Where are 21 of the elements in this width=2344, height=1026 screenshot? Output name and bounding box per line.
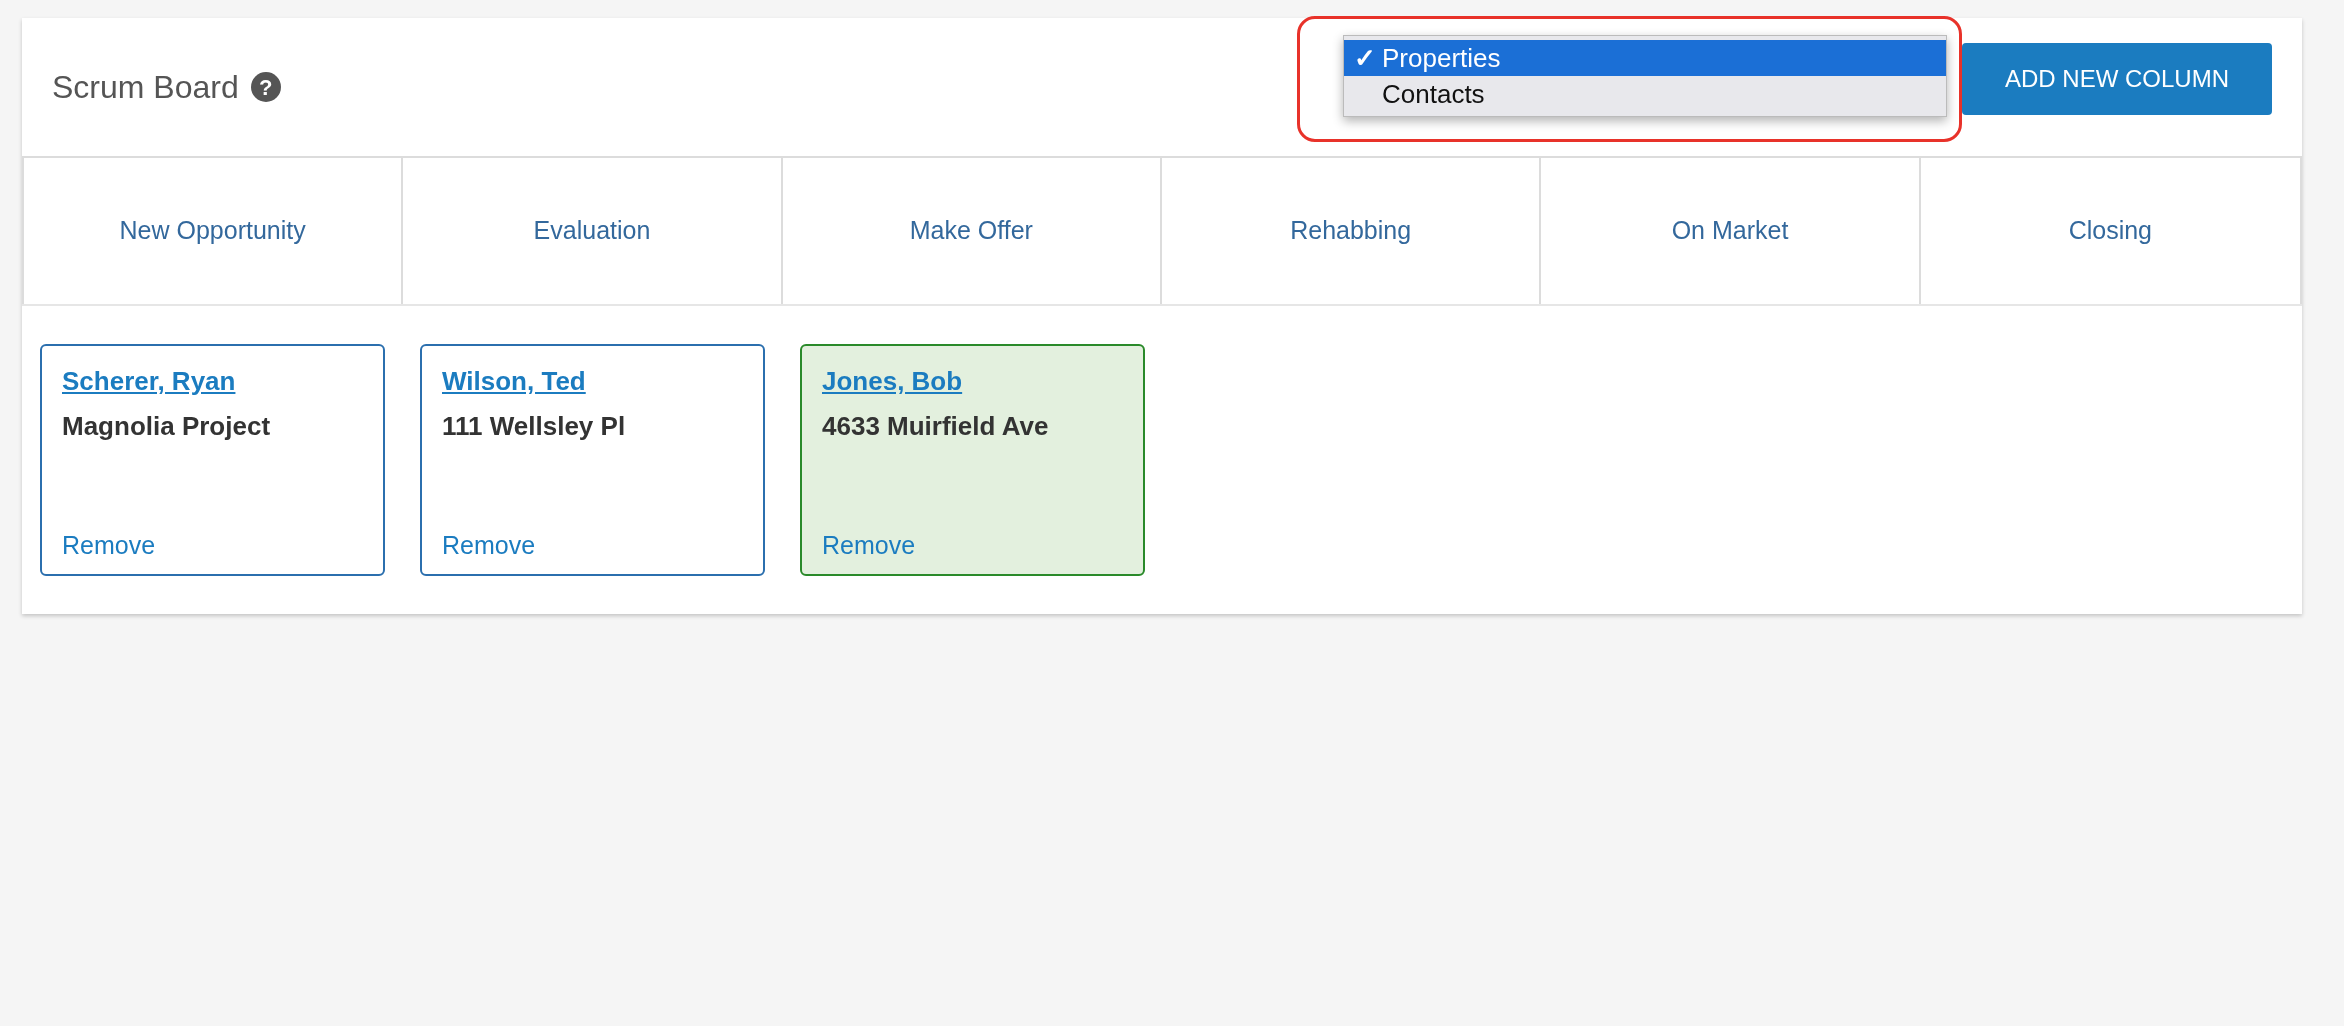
card-subtitle: 111 Wellsley Pl: [442, 410, 626, 443]
help-icon[interactable]: ?: [250, 72, 281, 102]
dropdown-option[interactable]: ✓ Properties: [1344, 40, 1946, 76]
contact-name-link[interactable]: Wilson, Ted: [442, 362, 586, 401]
column-header: On Market: [1541, 158, 1921, 304]
board-title: Scrum Board: [52, 68, 239, 107]
check-icon: ✓: [1354, 38, 1376, 78]
contact-name-link[interactable]: Scherer, Ryan: [62, 362, 236, 401]
add-column-button[interactable]: ADD NEW COLUMN: [1962, 43, 2272, 115]
column-header: Evaluation: [403, 158, 783, 304]
column-header: Closing: [2067, 215, 2153, 247]
remove-link[interactable]: Remove: [822, 526, 916, 564]
remove-link[interactable]: Remove: [62, 526, 156, 564]
card-subtitle: Magnolia Project: [62, 410, 271, 443]
column-header: Make Offer: [782, 158, 1162, 304]
contact-name-link[interactable]: Jones, Bob: [822, 362, 963, 401]
column-header: New Opportunity: [24, 158, 404, 304]
remove-link[interactable]: Remove: [442, 526, 536, 564]
column-header: Rehabbing: [1162, 158, 1542, 304]
card-subtitle: 4633 Muirfield Ave: [822, 410, 1049, 443]
dropdown-option[interactable]: Contacts: [1344, 76, 1946, 112]
